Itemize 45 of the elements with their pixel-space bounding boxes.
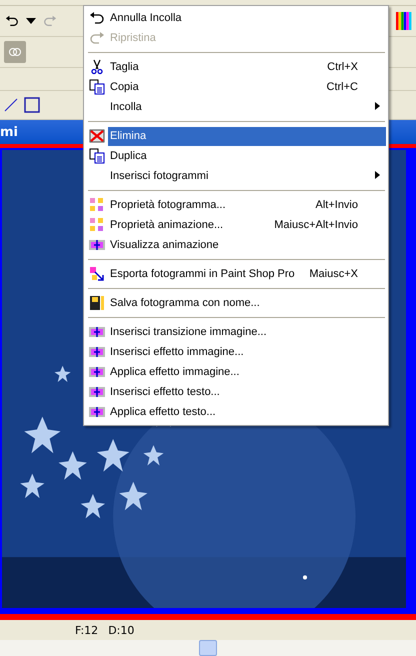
menu-item[interactable]: Proprietà fotogramma... Alt+Invio [108,196,386,214]
menu-item[interactable]: Inserisci effetto immagine... [108,342,386,362]
frames-icon [89,217,105,233]
undo-icon [89,10,105,26]
frame-number: F:12 [75,624,98,636]
floppy-disk-icon [89,295,105,311]
film-strip-icon [89,237,105,253]
menu-item[interactable]: Proprietà animazione... Maiusc+Alt+Invio [108,216,386,234]
menu-item[interactable]: Applica effetto immagine... [108,362,386,382]
redo-icon [89,30,105,46]
window-title: mi [0,124,18,140]
horizontal-scrollbar[interactable] [0,640,416,656]
menu-item[interactable]: Esporta fotogrammi in Paint Shop Pro Maiusc+X [108,264,386,284]
line-tool-icon[interactable] [4,98,18,112]
menu-item[interactable]: Salva fotogramma con nome... [108,294,386,312]
menu-item[interactable]: Inserisci fotogrammi [108,166,386,186]
menu-item[interactable]: Copia Ctrl+C [108,78,386,96]
copy-icon [89,79,105,95]
copy-icon [89,148,105,164]
film-strip-icon [89,384,105,400]
film-strip-icon [89,324,105,340]
export-arrow-icon [89,266,105,282]
film-strip-icon [89,404,105,420]
frames-icon [89,197,105,213]
menu-item[interactable]: Duplica [108,146,386,166]
delete-frame-icon [89,128,105,144]
color-bars-icon[interactable] [396,12,412,30]
menu-item[interactable]: Taglia Ctrl+X [108,58,386,76]
menu-item[interactable]: Inserisci transizione immagine... [108,322,386,342]
menu-item[interactable]: Incolla [108,98,386,116]
film-strip-icon [89,364,105,380]
dropdown-arrow-icon[interactable] [26,18,36,24]
menu-item[interactable]: Elimina [108,126,386,146]
submenu-arrow-icon [375,102,380,110]
submenu-arrow-icon [375,171,380,179]
film-strip-icon [89,344,105,360]
menu-item[interactable]: Visualizza animazione [108,236,386,254]
menu-item[interactable]: Annulla Incolla [108,8,386,28]
undo-icon[interactable] [4,14,20,28]
rectangle-tool-icon[interactable] [24,97,40,113]
link-icon [8,45,22,59]
scissors-icon [89,59,105,75]
frame-delay: D:10 [108,624,134,636]
menu-item[interactable]: Applica effetto testo... [108,402,386,422]
menu-item[interactable]: Inserisci effetto testo... [108,382,386,402]
